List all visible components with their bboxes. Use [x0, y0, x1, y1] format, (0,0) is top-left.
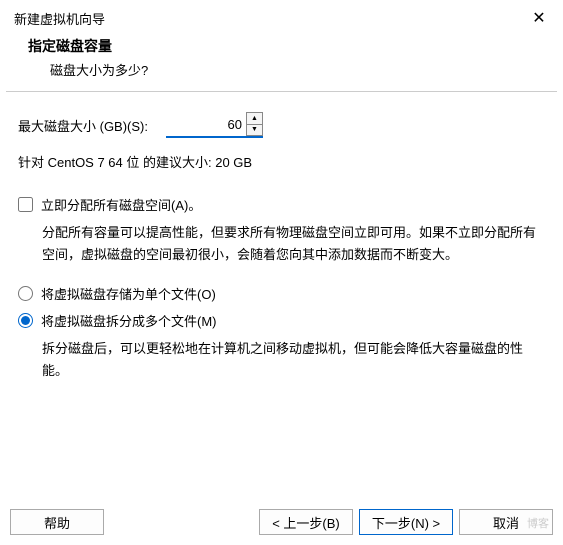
- disk-size-spinner: ▲ ▼: [166, 112, 263, 138]
- disk-size-input[interactable]: [166, 112, 246, 136]
- disk-size-row: 最大磁盘大小 (GB)(S): ▲ ▼: [18, 112, 545, 138]
- storage-split-label: 将虚拟磁盘拆分成多个文件(M): [41, 311, 217, 330]
- wizard-footer: 帮助 < 上一步(B) 下一步(N) > 取消: [0, 509, 563, 535]
- spinner-buttons: ▲ ▼: [246, 112, 263, 136]
- page-heading: 指定磁盘容量: [28, 36, 535, 56]
- content-area: 最大磁盘大小 (GB)(S): ▲ ▼ 针对 CentOS 7 64 位 的建议…: [0, 92, 563, 382]
- titlebar: 新建虚拟机向导 ✕: [0, 0, 563, 32]
- page-subheading: 磁盘大小为多少?: [28, 60, 535, 79]
- back-button[interactable]: < 上一步(B): [259, 509, 353, 535]
- storage-mode-group: 将虚拟磁盘存储为单个文件(O) 将虚拟磁盘拆分成多个文件(M) 拆分磁盘后，可以…: [18, 284, 545, 382]
- allocate-now-row: 立即分配所有磁盘空间(A)。: [18, 195, 545, 214]
- storage-single-radio[interactable]: [18, 286, 33, 301]
- recommended-size-text: 针对 CentOS 7 64 位 的建议大小: 20 GB: [18, 152, 545, 171]
- spinner-up-icon[interactable]: ▲: [247, 113, 262, 125]
- help-button[interactable]: 帮助: [10, 509, 104, 535]
- allocate-now-label: 立即分配所有磁盘空间(A)。: [41, 195, 201, 214]
- allocate-now-description: 分配所有容量可以提高性能，但要求所有物理磁盘空间立即可用。如果不立即分配所有空间…: [18, 222, 545, 266]
- allocate-now-checkbox[interactable]: [18, 197, 33, 212]
- cancel-button[interactable]: 取消: [459, 509, 553, 535]
- storage-split-radio[interactable]: [18, 313, 33, 328]
- storage-single-row: 将虚拟磁盘存储为单个文件(O): [18, 284, 545, 303]
- storage-split-row: 将虚拟磁盘拆分成多个文件(M): [18, 311, 545, 330]
- window-title: 新建虚拟机向导: [14, 9, 105, 28]
- next-button[interactable]: 下一步(N) >: [359, 509, 453, 535]
- spinner-down-icon[interactable]: ▼: [247, 125, 262, 136]
- storage-single-label: 将虚拟磁盘存储为单个文件(O): [41, 284, 216, 303]
- wizard-header: 指定磁盘容量 磁盘大小为多少?: [0, 32, 563, 91]
- storage-split-description: 拆分磁盘后，可以更轻松地在计算机之间移动虚拟机，但可能会降低大容量磁盘的性能。: [18, 338, 545, 382]
- close-icon[interactable]: ✕: [527, 8, 551, 28]
- disk-size-label: 最大磁盘大小 (GB)(S):: [18, 116, 148, 135]
